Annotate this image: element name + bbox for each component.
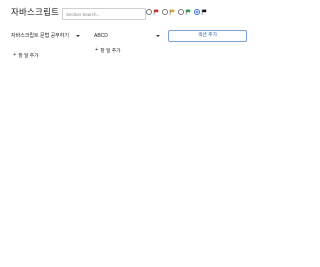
filter-black[interactable] [194, 9, 207, 15]
chevron-down-icon[interactable] [76, 35, 80, 37]
chevron-down-icon[interactable] [156, 35, 160, 37]
filter-orange-radio[interactable] [162, 9, 168, 15]
plus-icon: + [13, 52, 17, 58]
filter-green-radio[interactable] [178, 9, 184, 15]
section-column: 자바스크립트 문법 공부하기 [11, 33, 69, 40]
add-task-button[interactable]: + 할 일 추가 [13, 52, 39, 59]
add-section-button[interactable]: 섹션 추가 [168, 30, 247, 42]
filter-red-radio[interactable] [146, 9, 152, 15]
filter-red[interactable] [146, 9, 159, 15]
plus-icon: + [95, 47, 99, 53]
add-task-button[interactable]: + 할 일 추가 [95, 47, 121, 54]
app-title: 자바스크립트 [11, 7, 60, 17]
section-search-input[interactable] [62, 8, 146, 20]
filter-green[interactable] [178, 9, 191, 15]
flag-icon [185, 9, 191, 15]
flag-filter-group [146, 9, 207, 15]
section-title: 자바스크립트 문법 공부하기 [11, 33, 69, 39]
filter-orange[interactable] [162, 9, 175, 15]
flag-icon [153, 9, 159, 15]
add-task-label: 할 일 추가 [100, 49, 121, 54]
add-task-label: 할 일 추가 [18, 54, 39, 59]
filter-black-radio[interactable] [194, 9, 200, 15]
flag-icon [169, 9, 175, 15]
flag-icon [201, 9, 207, 15]
section-column: ABCD [94, 33, 144, 40]
section-title: ABCD [94, 33, 108, 39]
